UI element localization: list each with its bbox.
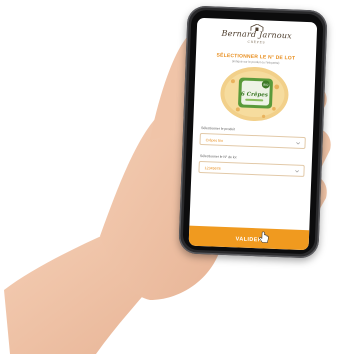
bio-badge: BIO [263, 83, 269, 87]
house-icon [250, 23, 264, 32]
chevron-down-icon [295, 170, 299, 173]
product-field-label: Sélectionner le produit [201, 126, 235, 132]
hand-pointer-icon [259, 231, 269, 243]
brand-logo: Bernard Jarnoux CRÊPES [196, 22, 317, 53]
phone-screen: Bernard Jarnoux CRÊPES SÉLECTIONNER LE N… [188, 17, 318, 251]
chevron-down-icon [296, 142, 301, 145]
smartphone: Bernard Jarnoux CRÊPES SÉLECTIONNER LE N… [178, 5, 328, 259]
lot-select-value: 12345678 [204, 165, 221, 171]
product-image: BIO 6 Crêpes [220, 67, 289, 122]
lot-field-label: Sélectionner le N° de lot [199, 153, 237, 160]
lot-select[interactable]: 12345678 [198, 160, 305, 178]
product-select-value: Crêpes bio [205, 137, 224, 143]
product-select[interactable]: Crêpes bio [199, 132, 306, 150]
product-name: 6 Crêpes [241, 91, 268, 99]
